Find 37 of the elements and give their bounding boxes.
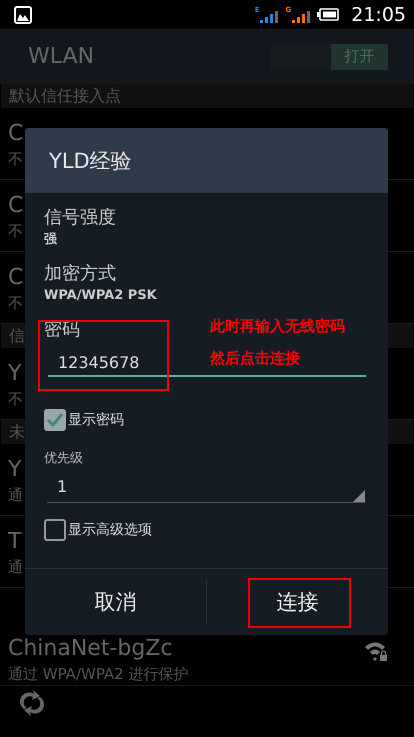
network-status: 不 [8,293,23,314]
checkbox[interactable] [44,519,66,541]
network-name: C [8,192,24,220]
annotation-text: 此时再输入无线密码 [210,316,345,336]
network-name: C [8,120,24,148]
cancel-button[interactable]: 取消 [25,577,206,627]
network-status: 不 [8,149,23,170]
annotation-text: 然后点击连接 [210,348,300,368]
priority-label: 优先级 [44,450,83,467]
network-status: 不 [8,221,23,242]
info-label: 信号强度 [44,206,116,230]
signal-icon [260,10,280,22]
network-name: ChinaNet-bgZc [8,635,172,663]
network-name: Y [8,360,22,388]
info-label: 加密方式 [44,262,116,286]
network-name: C [8,264,24,292]
gallery-icon [14,6,32,24]
dropdown-corner-icon [353,490,365,502]
network-name: Y [8,456,22,484]
network-status: 通过 WPA/WPA2 进行保护 [8,664,188,685]
network-status: 通 [8,485,23,506]
clock: 21:05 [351,4,406,26]
screen-title: WLAN [28,44,96,69]
network-name: T [8,528,22,556]
network-status: 通 [8,557,23,578]
checkbox[interactable] [44,409,66,431]
refresh-icon[interactable] [18,689,46,717]
signal-icon [292,10,312,22]
dialog-title: YLD经验 [25,128,388,193]
connect-button[interactable]: 连接 [207,577,388,627]
info-value: 强 [44,231,57,249]
battery-icon [317,8,340,21]
checkbox-label: 显示高级选项 [68,521,152,539]
section-header: 默认信任接入点 [1,84,413,108]
network-status: 不 [8,389,23,410]
priority-dropdown[interactable]: 1 [47,477,365,503]
info-value: WPA/WPA2 PSK [44,287,157,305]
